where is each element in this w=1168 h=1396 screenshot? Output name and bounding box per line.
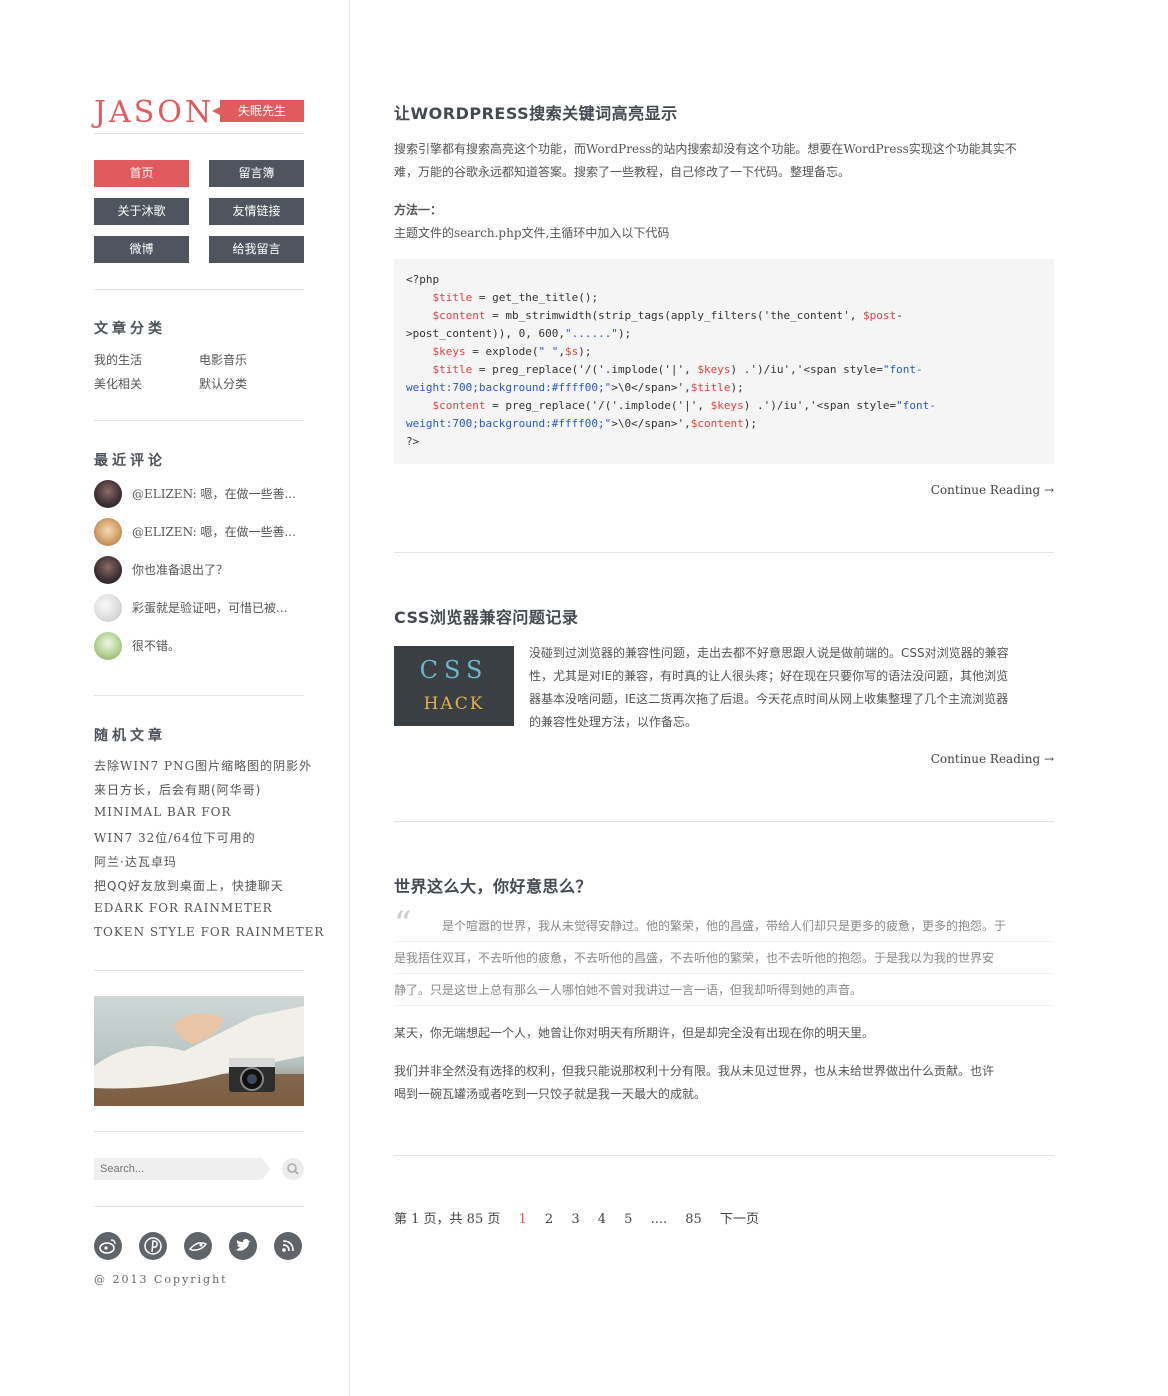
nav-guestbook[interactable]: 留言簿 <box>209 160 304 187</box>
comment-item[interactable]: 彩蛋就是验证吧，可惜已被... <box>94 594 304 624</box>
comment-text: 很不错。 <box>132 639 181 653</box>
post-title[interactable]: 世界这么大，你好意思么？ <box>394 873 592 897</box>
random-posts-title: 随机文章 <box>94 728 166 744</box>
comment-text: 你也准备退出了？ <box>132 563 229 577</box>
page-ellipsis: .... <box>650 1212 668 1227</box>
comment-text: @ELIZEN: 嗯，在做一些善... <box>132 487 296 501</box>
continue-reading-link[interactable]: Continue Reading → <box>931 752 1054 766</box>
post-paragraph: 性，尤其是对IE的兼容，有时真的让人很头疼；好在现在只要你写的语法没问题，其他浏… <box>529 669 1009 683</box>
recent-comments-title: 最近评论 <box>94 453 166 469</box>
category-link[interactable]: 我的生活 <box>94 351 142 368</box>
category-link[interactable]: 电影音乐 <box>199 351 247 368</box>
nav-links[interactable]: 友情链接 <box>209 198 304 225</box>
post-paragraph: 喝到一碗瓦罐汤或者吃到一只饺子就是我一天最大的成就。 <box>394 1087 707 1101</box>
random-post-link[interactable]: TOKEN STYLE FOR RAINMETER <box>94 925 324 939</box>
nav-about[interactable]: 关于沐歌 <box>94 198 189 225</box>
page-link[interactable]: 3 <box>571 1212 579 1227</box>
comment-text: @ELIZEN: 嗯，在做一些善... <box>132 525 296 539</box>
method-description: 主题文件的search.php文件,主循环中加入以下代码 <box>394 226 670 240</box>
page-link[interactable]: 85 <box>685 1212 702 1227</box>
site-header: JASON 失眠先生 <box>94 96 304 134</box>
random-post-link[interactable]: EDARK FOR RAINMETER <box>94 901 273 915</box>
post-paragraph: 某天，你无端想起一个人，她曾让你对明天有所期许，但是却完全没有出现在你的明天里。 <box>394 1026 875 1040</box>
divider <box>394 1155 1054 1156</box>
post-paragraph: 搜索引擎都有搜索高亮这个功能，而WordPress的站内搜索却没有这个功能。想要… <box>394 142 1017 156</box>
divider <box>94 289 304 290</box>
method-heading: 方法一： <box>394 203 443 217</box>
category-link[interactable]: 美化相关 <box>94 375 142 392</box>
code-block: <?php $title = get_the_title(); $content… <box>394 259 1054 464</box>
quote-line: 静了。只是这世上总有那么一人哪怕她不曾对我讲过一言一语，但我却听得到她的声音。 <box>394 974 1054 1006</box>
avatar <box>94 632 122 660</box>
post-paragraph: 我们并非全然没有选择的权利，但我只能说那权利十分有限。我从未见过世界，也从未给世… <box>394 1064 995 1078</box>
divider <box>94 695 304 696</box>
nav-weibo[interactable]: 微博 <box>94 236 189 263</box>
page-link-current[interactable]: 1 <box>518 1212 526 1227</box>
random-post-link[interactable]: 去除WIN7 PNG图片缩略图的阴影外 <box>94 757 312 774</box>
post-title[interactable]: 让WORDPRESS搜索关键词高亮显示 <box>394 100 678 124</box>
site-tagline: 失眠先生 <box>212 100 304 122</box>
page-link[interactable]: 5 <box>624 1212 632 1227</box>
post-paragraph: 没碰到过浏览器的兼容性问题，走出去都不好意思跟人说是做前端的。CSS对浏览器的兼… <box>529 646 1009 660</box>
nav-home[interactable]: 首页 <box>94 160 189 187</box>
divider <box>394 821 1054 822</box>
sidebar-photo <box>94 996 304 1106</box>
pagination: 第 1 页，共 85 页 1 2 3 4 5 .... 85 下一页 <box>394 1208 773 1227</box>
post-thumbnail[interactable]: CSS HACK <box>394 646 514 726</box>
page-link[interactable]: 2 <box>545 1212 553 1227</box>
quote-line: 是我捂住双耳，不去听他的疲惫，不去听他的昌盛，不去听他的繁荣，也不去听他的抱怨。… <box>394 942 1054 974</box>
categories-title: 文章分类 <box>94 321 166 337</box>
comment-item[interactable]: 很不错。 <box>94 632 304 662</box>
comment-item[interactable]: @ELIZEN: 嗯，在做一些善... <box>94 480 304 510</box>
search-input-pointer <box>262 1158 270 1180</box>
avatar <box>94 594 122 622</box>
nav-message[interactable]: 给我留言 <box>209 236 304 263</box>
quote-line: 是个喧嚣的世界，我从未觉得安静过。他的繁荣，他的昌盛，带给人们却只是更多的疲惫，… <box>394 910 1054 942</box>
avatar <box>94 518 122 546</box>
comment-item[interactable]: @ELIZEN: 嗯，在做一些善... <box>94 518 304 548</box>
search-icon <box>287 1163 299 1175</box>
avatar <box>94 480 122 508</box>
pinterest-icon[interactable] <box>139 1232 167 1260</box>
post-paragraph: 器基本没啥问题，IE这二货再次拖了后退。今天花点时间从网上收集整理了几个主流浏览… <box>529 692 1009 706</box>
rss-icon[interactable] <box>274 1232 302 1260</box>
weibo-icon[interactable] <box>94 1232 122 1260</box>
douban-icon[interactable] <box>184 1232 212 1260</box>
random-post-link[interactable]: 来日方长，后会有期(阿华哥) <box>94 781 261 798</box>
next-page-link[interactable]: 下一页 <box>720 1208 759 1227</box>
comment-item[interactable]: 你也准备退出了？ <box>94 556 304 586</box>
page-link[interactable]: 4 <box>598 1212 606 1227</box>
post-title[interactable]: CSS浏览器兼容问题记录 <box>394 604 578 628</box>
random-post-link[interactable]: 阿兰·达瓦卓玛 <box>94 853 177 870</box>
thumb-text: HACK <box>423 694 485 714</box>
search-input[interactable] <box>94 1158 262 1180</box>
continue-reading-link[interactable]: Continue Reading → <box>931 483 1054 497</box>
divider <box>94 1206 304 1207</box>
random-post-link[interactable]: WIN7 32位/64位下可用的 <box>94 829 256 846</box>
post-paragraph: 的兼容性处理方法，以作备忘。 <box>529 715 698 729</box>
thumb-text: CSS <box>419 656 489 684</box>
divider <box>94 970 304 971</box>
page-summary: 第 1 页，共 85 页 <box>394 1212 501 1227</box>
divider <box>94 420 304 421</box>
blockquote: 是个喧嚣的世界，我从未觉得安静过。他的繁荣，他的昌盛，带给人们却只是更多的疲惫，… <box>394 910 1054 1006</box>
divider <box>94 133 304 134</box>
site-logo[interactable]: JASON <box>94 96 214 130</box>
twitter-icon[interactable] <box>229 1232 257 1260</box>
sidebar: JASON 失眠先生 首页 留言簿 关于沐歌 友情链接 微博 给我留言 文章分类… <box>0 0 350 1396</box>
divider <box>94 1131 304 1132</box>
copyright: @ 2013 Copyright <box>94 1273 228 1286</box>
post-paragraph: 难，万能的谷歌永远都知道答案。搜索了一些教程，自己修改了一下代码。整理备忘。 <box>394 165 851 179</box>
search-button[interactable] <box>282 1158 304 1180</box>
avatar <box>94 556 122 584</box>
divider <box>394 552 1054 553</box>
random-post-link[interactable]: MINIMAL BAR FOR <box>94 805 232 819</box>
category-link[interactable]: 默认分类 <box>199 375 247 392</box>
comment-text: 彩蛋就是验证吧，可惜已被... <box>132 601 288 615</box>
random-post-link[interactable]: 把QQ好友放到桌面上，快捷聊天 <box>94 877 284 894</box>
